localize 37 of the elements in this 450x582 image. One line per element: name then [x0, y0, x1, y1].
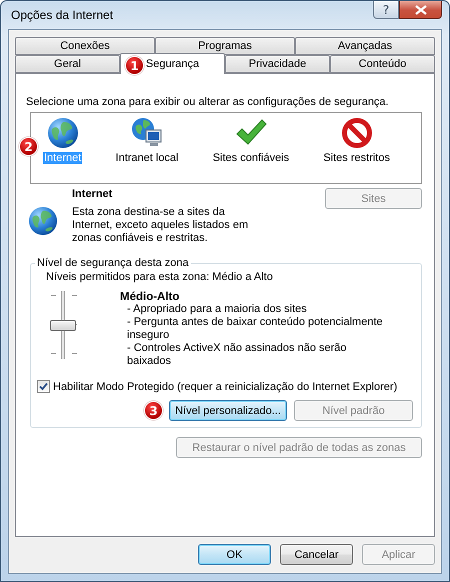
tab[interactable]: 1 Segurança	[120, 53, 225, 74]
zone-description: Esta zona destina-se a sites da Internet, exceto aqueles listados em zonas confiáveis e restritas.	[72, 206, 250, 245]
help-button[interactable]: ?	[373, 1, 399, 19]
slider-thumb[interactable]	[50, 320, 76, 331]
no-entry-icon	[340, 117, 373, 149]
number-badge: 3	[144, 401, 163, 420]
number-badge: 2	[19, 137, 38, 156]
level-description: - Pergunta antes de baixar conteúdo potencialmente inseguro	[127, 316, 384, 342]
zone-prompt: Selecione uma zona para exibir ou alterar as configurações de segurança.	[26, 96, 390, 108]
window-title: Opções da Internet	[10, 8, 114, 22]
dialog-button[interactable]: OK	[198, 544, 271, 565]
tab[interactable]: Programas	[155, 37, 295, 55]
tab[interactable]: Conexões	[15, 37, 155, 55]
allowed-levels-text: Níveis permitidos para esta zona: Médio a Alto	[46, 271, 274, 283]
dialog-button[interactable]: Cancelar	[280, 544, 353, 565]
group-legend: Nível de segurança desta zona	[35, 257, 191, 269]
globe-icon	[28, 206, 58, 236]
number-badge: 1	[125, 56, 144, 75]
checkmark-icon	[39, 382, 48, 391]
close-icon	[414, 4, 426, 14]
checkbox[interactable]	[37, 380, 50, 393]
tab[interactable]: Conteúdo	[330, 55, 435, 73]
zone-title: Internet	[72, 187, 114, 202]
level-description: - Apropriado para a maioria dos sites	[127, 303, 308, 316]
level-button[interactable]: Nível personalizado...	[169, 400, 287, 421]
checkbox-label: Habilitar Modo Protegido (requer a reinicialização do Internet Explorer)	[53, 380, 398, 392]
level-name: Médio-Alto	[120, 291, 180, 303]
close-button[interactable]	[399, 1, 442, 19]
globe-computer-icon	[131, 117, 163, 149]
tab[interactable]: Avançadas	[295, 37, 435, 55]
level-description: - Controles ActiveX não assinados não serão baixados	[127, 342, 348, 368]
globe-icon	[46, 117, 79, 149]
zone-item[interactable]: Intranet local	[114, 152, 180, 164]
zone-item[interactable]: Sites confiáveis	[212, 152, 290, 164]
zone-item[interactable]: Sites restritos	[322, 152, 391, 164]
tab[interactable]: Privacidade	[225, 55, 330, 73]
tab[interactable]: Geral	[15, 55, 120, 73]
